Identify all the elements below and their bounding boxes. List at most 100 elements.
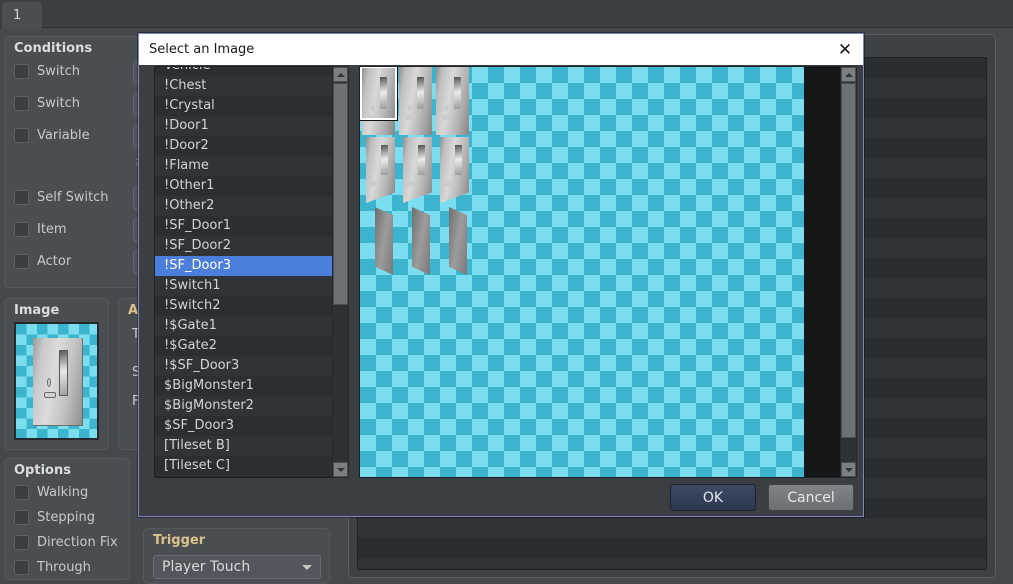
scroll-down-arrow-icon[interactable] bbox=[841, 462, 856, 477]
door-handle bbox=[443, 181, 452, 186]
close-icon[interactable]: ✕ bbox=[833, 38, 857, 62]
list-item[interactable]: !SF_Door2 bbox=[155, 236, 346, 256]
door-window-glass bbox=[381, 145, 388, 175]
checkbox-icon[interactable] bbox=[14, 254, 29, 269]
checkbox-icon[interactable] bbox=[14, 485, 29, 500]
list-item[interactable]: !Switch2 bbox=[155, 296, 346, 316]
condition-row-actor[interactable]: Actor bbox=[14, 254, 71, 269]
option-row-stepping[interactable]: Stepping bbox=[14, 510, 95, 525]
ok-button[interactable]: OK bbox=[670, 484, 756, 511]
condition-label: Variable bbox=[37, 128, 90, 143]
file-list-scrollbar[interactable] bbox=[332, 66, 349, 478]
option-row-walking[interactable]: Walking bbox=[14, 485, 88, 500]
list-item[interactable]: $BigMonster2 bbox=[155, 396, 346, 416]
condition-label: Item bbox=[37, 222, 67, 237]
scrollbar-thumb[interactable] bbox=[841, 83, 856, 438]
list-item[interactable]: $SF_Door3 bbox=[155, 416, 346, 436]
sprite-selection-box[interactable] bbox=[360, 67, 398, 121]
scrollbar-thumb[interactable] bbox=[333, 83, 348, 305]
list-item[interactable]: !$SF_Door3 bbox=[155, 356, 346, 376]
list-item[interactable]: !SF_Door1 bbox=[155, 216, 346, 236]
door-sprite bbox=[436, 67, 469, 135]
door-sprite-open bbox=[412, 207, 430, 275]
checkbox-icon[interactable] bbox=[14, 222, 29, 237]
door-lock bbox=[408, 105, 411, 111]
options-title: Options bbox=[14, 463, 71, 478]
trigger-title: Trigger bbox=[153, 533, 206, 548]
condition-label: Switch bbox=[37, 64, 80, 79]
trigger-selected-value: Player Touch bbox=[162, 559, 251, 575]
scroll-down-arrow-icon[interactable] bbox=[333, 462, 348, 477]
chevron-down-icon bbox=[302, 565, 312, 570]
list-item[interactable]: [Tileset C] bbox=[155, 456, 346, 476]
list-item[interactable]: !Door1 bbox=[155, 116, 346, 136]
trigger-select[interactable]: Player Touch bbox=[153, 555, 321, 579]
app-root: 1 Conditions Switch Switch Variable Self… bbox=[0, 0, 1013, 584]
list-item[interactable] bbox=[358, 518, 986, 538]
door-window-glass bbox=[418, 145, 425, 175]
conditions-title: Conditions bbox=[14, 41, 93, 56]
list-item[interactable]: !Crystal bbox=[155, 96, 346, 116]
list-item[interactable]: !Door2 bbox=[155, 136, 346, 156]
door-handle bbox=[369, 181, 378, 186]
checkbox-icon[interactable] bbox=[14, 96, 29, 111]
list-item[interactable]: !Chest bbox=[155, 76, 346, 96]
tab-page-1[interactable]: 1 bbox=[2, 2, 42, 29]
condition-label: Actor bbox=[37, 254, 72, 269]
door-sprite-open bbox=[449, 207, 467, 275]
condition-label: Self Switch bbox=[37, 190, 109, 205]
list-item[interactable]: $BigMonster1 bbox=[155, 376, 346, 396]
list-item[interactable]: !Switch1 bbox=[155, 276, 346, 296]
dialog-title-bar: Select an Image ✕ bbox=[139, 34, 863, 65]
checkbox-icon[interactable] bbox=[14, 190, 29, 205]
image-preview-canvas[interactable] bbox=[359, 66, 857, 478]
list-item[interactable] bbox=[358, 558, 986, 569]
door-handle bbox=[405, 115, 415, 120]
door-handle bbox=[442, 115, 452, 120]
list-item[interactable]: !Flame bbox=[155, 156, 346, 176]
checkbox-icon[interactable] bbox=[14, 64, 29, 79]
list-item[interactable] bbox=[358, 538, 986, 558]
image-title: Image bbox=[14, 303, 60, 318]
condition-row-switch-1[interactable]: Switch bbox=[14, 64, 80, 79]
door-handle bbox=[406, 181, 415, 186]
checkbox-icon[interactable] bbox=[14, 560, 29, 575]
image-preview[interactable] bbox=[14, 322, 99, 440]
checkbox-icon[interactable] bbox=[14, 510, 29, 525]
door-sprite-open bbox=[375, 207, 393, 275]
condition-row-variable[interactable]: Variable bbox=[14, 128, 90, 143]
list-item[interactable]: !$Gate2 bbox=[155, 336, 346, 356]
canvas-scrollbar[interactable] bbox=[840, 66, 857, 478]
scroll-up-arrow-icon[interactable] bbox=[841, 67, 856, 82]
image-file-list[interactable]: Vehicle !Chest !Crystal !Door1 !Door2 !F… bbox=[154, 66, 347, 478]
cancel-button[interactable]: Cancel bbox=[768, 484, 854, 511]
cancel-button-label: Cancel bbox=[787, 489, 835, 506]
options-panel: Options Walking Stepping Direction Fix T… bbox=[4, 458, 130, 580]
door-sprite bbox=[399, 67, 432, 135]
condition-row-self-switch[interactable]: Self Switch bbox=[14, 190, 109, 205]
scroll-up-arrow-icon[interactable] bbox=[333, 67, 348, 82]
option-row-direction-fix[interactable]: Direction Fix bbox=[14, 535, 118, 550]
list-item[interactable]: !$Gate1 bbox=[155, 316, 346, 336]
list-item[interactable]: !Other2 bbox=[155, 196, 346, 216]
condition-row-switch-2[interactable]: Switch bbox=[14, 96, 80, 111]
door-window-glass bbox=[59, 350, 68, 396]
checkbox-icon[interactable] bbox=[14, 535, 29, 550]
door-window-glass bbox=[455, 145, 462, 175]
select-an-image-dialog: Select an Image ✕ Vehicle !Chest !Crysta… bbox=[138, 33, 864, 517]
list-item[interactable]: Vehicle bbox=[155, 67, 346, 76]
checkbox-icon[interactable] bbox=[14, 128, 29, 143]
option-row-through[interactable]: Through bbox=[14, 560, 91, 575]
option-label: Through bbox=[37, 560, 91, 575]
door-lock bbox=[47, 378, 51, 387]
option-label: Stepping bbox=[37, 510, 95, 525]
option-label: Walking bbox=[37, 485, 89, 500]
condition-row-item[interactable]: Item bbox=[14, 222, 67, 237]
tab-page-1-label: 1 bbox=[13, 8, 22, 23]
door-window-glass bbox=[417, 77, 424, 109]
option-label: Direction Fix bbox=[37, 535, 118, 550]
list-item-selected[interactable]: !SF_Door3 bbox=[155, 256, 346, 276]
list-item[interactable]: !Other1 bbox=[155, 176, 346, 196]
door-lock bbox=[445, 105, 448, 111]
list-item[interactable]: [Tileset B] bbox=[155, 436, 346, 456]
